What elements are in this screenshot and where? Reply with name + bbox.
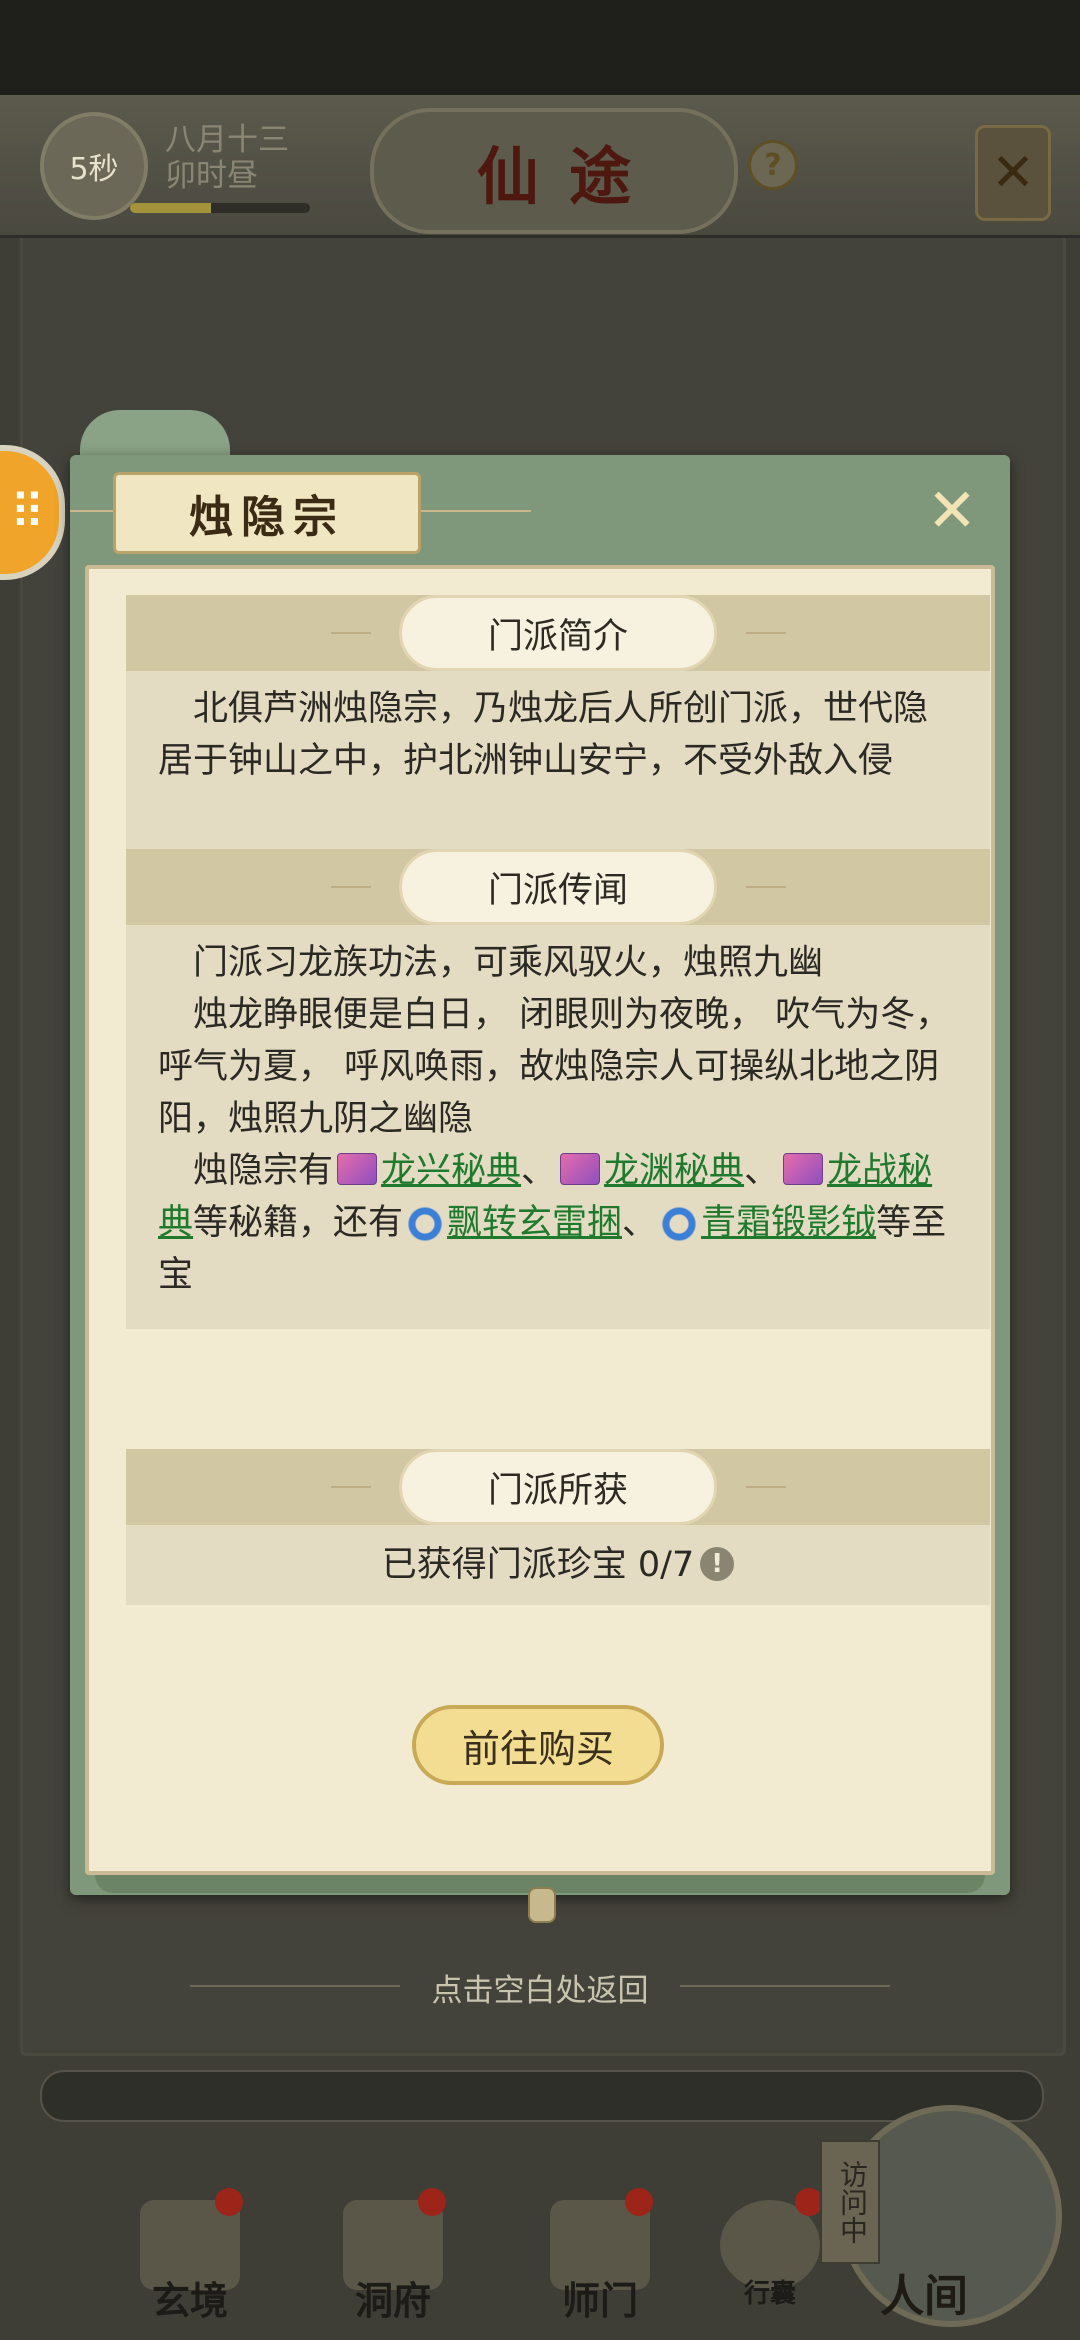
- secret-book-icon: [337, 1153, 378, 1185]
- item-link-qingshuang[interactable]: 青霜锻影钺: [701, 1203, 876, 1243]
- notification-dot: [215, 2188, 243, 2216]
- separator: 、: [521, 1151, 557, 1191]
- game-date: 八月十三: [165, 122, 289, 158]
- item-link-piaozhuan[interactable]: 飘转玄雷捆: [447, 1203, 622, 1243]
- title-rule-left: [70, 510, 115, 512]
- item-link-longyuan[interactable]: 龙渊秘典: [604, 1151, 744, 1191]
- sect-info-popup: 烛隐宗 ✕ 门派简介 北俱芦洲烛隐宗，乃烛龙后人所创门派，世代隐居于钟山之中，护…: [70, 455, 1010, 1923]
- close-icon[interactable]: ✕: [920, 481, 984, 545]
- title-rule-right: [421, 510, 531, 512]
- section-header-intro: 门派简介: [126, 595, 990, 671]
- bottom-status-strip: [40, 2070, 1044, 2122]
- close-icon[interactable]: ✕: [975, 125, 1051, 221]
- notification-dot: [625, 2188, 653, 2216]
- notification-dot: [795, 2188, 823, 2216]
- section-body-intro: 北俱芦洲烛隐宗，乃烛龙后人所创门派，世代隐居于钟山之中，护北洲钟山安宁，不受外敌…: [126, 671, 990, 849]
- nav-xingnang[interactable]: 行囊: [705, 2180, 835, 2340]
- page-title-plaque: 仙途: [370, 108, 738, 234]
- section-title-badge: 门派传闻: [399, 849, 717, 925]
- lore-text: 等秘籍，还有: [193, 1203, 404, 1243]
- section-title: 门派简介: [487, 616, 628, 657]
- sect-intro-text: 北俱芦洲烛隐宗，乃烛龙后人所创门派，世代隐居于钟山之中，护北洲钟山安宁，不受外敌…: [158, 689, 929, 781]
- time-progress-bar: [130, 203, 310, 213]
- header-ornament: [746, 886, 786, 888]
- alert-icon[interactable]: !: [700, 1547, 735, 1581]
- help-button[interactable]: ?: [748, 140, 798, 190]
- popup-mountain-decoration: [80, 410, 230, 460]
- page-title: 仙途: [476, 140, 661, 213]
- visiting-tag: 访问中: [820, 2140, 880, 2264]
- popup-title-plaque: 烛隐宗: [113, 472, 421, 554]
- section-title: 门派所获: [487, 1470, 628, 1511]
- section-header-gains: 门派所获: [126, 1449, 990, 1525]
- header-ornament: [331, 632, 371, 634]
- secret-book-icon: [560, 1153, 601, 1185]
- section-title-badge: 门派所获: [399, 1449, 717, 1525]
- header-ornament: [746, 632, 786, 634]
- go-buy-button[interactable]: 前往购买: [412, 1705, 664, 1785]
- popup-bottom-clasp: [528, 1887, 556, 1923]
- nav-label: 玄境: [151, 2278, 228, 2323]
- nav-label: 行囊: [743, 2279, 796, 2309]
- nav-label: 洞府: [354, 2278, 431, 2323]
- separator: 、: [744, 1151, 780, 1191]
- header-ornament: [331, 886, 371, 888]
- thunder-rope-icon: [407, 1206, 444, 1242]
- popup-content-paper: 门派简介 北俱芦洲烛隐宗，乃烛龙后人所创门派，世代隐居于钟山之中，护北洲钟山安宁…: [85, 565, 995, 1875]
- section-title-badge: 门派简介: [399, 595, 717, 671]
- secret-book-icon: [783, 1153, 824, 1185]
- separator: 、: [622, 1203, 658, 1243]
- game-controller-icon: ⠿: [9, 484, 46, 541]
- treasure-count: 已获得门派珍宝 0/7: [381, 1545, 695, 1585]
- lore-text: 烛隐宗有: [193, 1151, 334, 1191]
- section-title: 门派传闻: [487, 870, 628, 911]
- item-link-longxing[interactable]: 龙兴秘典: [381, 1151, 521, 1191]
- nav-shimen[interactable]: 师门: [535, 2180, 665, 2340]
- world-label: 人间: [880, 2271, 968, 2322]
- header-ornament: [746, 1486, 786, 1488]
- section-body-gains: 已获得门派珍宝 0/7!: [126, 1525, 990, 1605]
- time-progress-fill: [130, 203, 211, 213]
- timer-text: 5秒: [69, 152, 119, 187]
- nav-label: 师门: [561, 2278, 638, 2323]
- section-body-lore: 门派习龙族功法，可乘风驭火，烛照九幽 烛龙睁眼便是白日， 闭眼则为夜晚， 吹气为…: [126, 925, 990, 1329]
- treasure-progress: 已获得门派珍宝 0/7!: [158, 1525, 958, 1605]
- header-ornament: [331, 1486, 371, 1488]
- frost-axe-icon: [661, 1206, 698, 1242]
- nav-dongfu[interactable]: 洞府: [328, 2180, 458, 2340]
- section-header-lore: 门派传闻: [126, 849, 990, 925]
- tap-to-return-hint[interactable]: 点击空白处返回: [0, 1965, 1080, 2010]
- lore-line-2: 烛龙睁眼便是白日， 闭眼则为夜晚， 吹气为冬， 呼气为夏， 呼风唤雨，故烛隐宗人…: [158, 995, 951, 1139]
- game-time-of-day: 卯时昼: [165, 158, 258, 194]
- question-icon: ?: [764, 147, 782, 183]
- nav-xuanjing[interactable]: 玄境: [125, 2180, 255, 2340]
- notification-dot: [418, 2188, 446, 2216]
- lore-line-1: 门派习龙族功法，可乘风驭火，烛照九幽: [193, 943, 824, 983]
- popup-title: 烛隐宗: [189, 492, 345, 543]
- lore-line-3: 烛隐宗有 龙兴秘典、 龙渊秘典、 龙战秘典等秘籍，还有 飘转玄雷捆、 青霜锻影钺等至宝: [158, 1145, 958, 1301]
